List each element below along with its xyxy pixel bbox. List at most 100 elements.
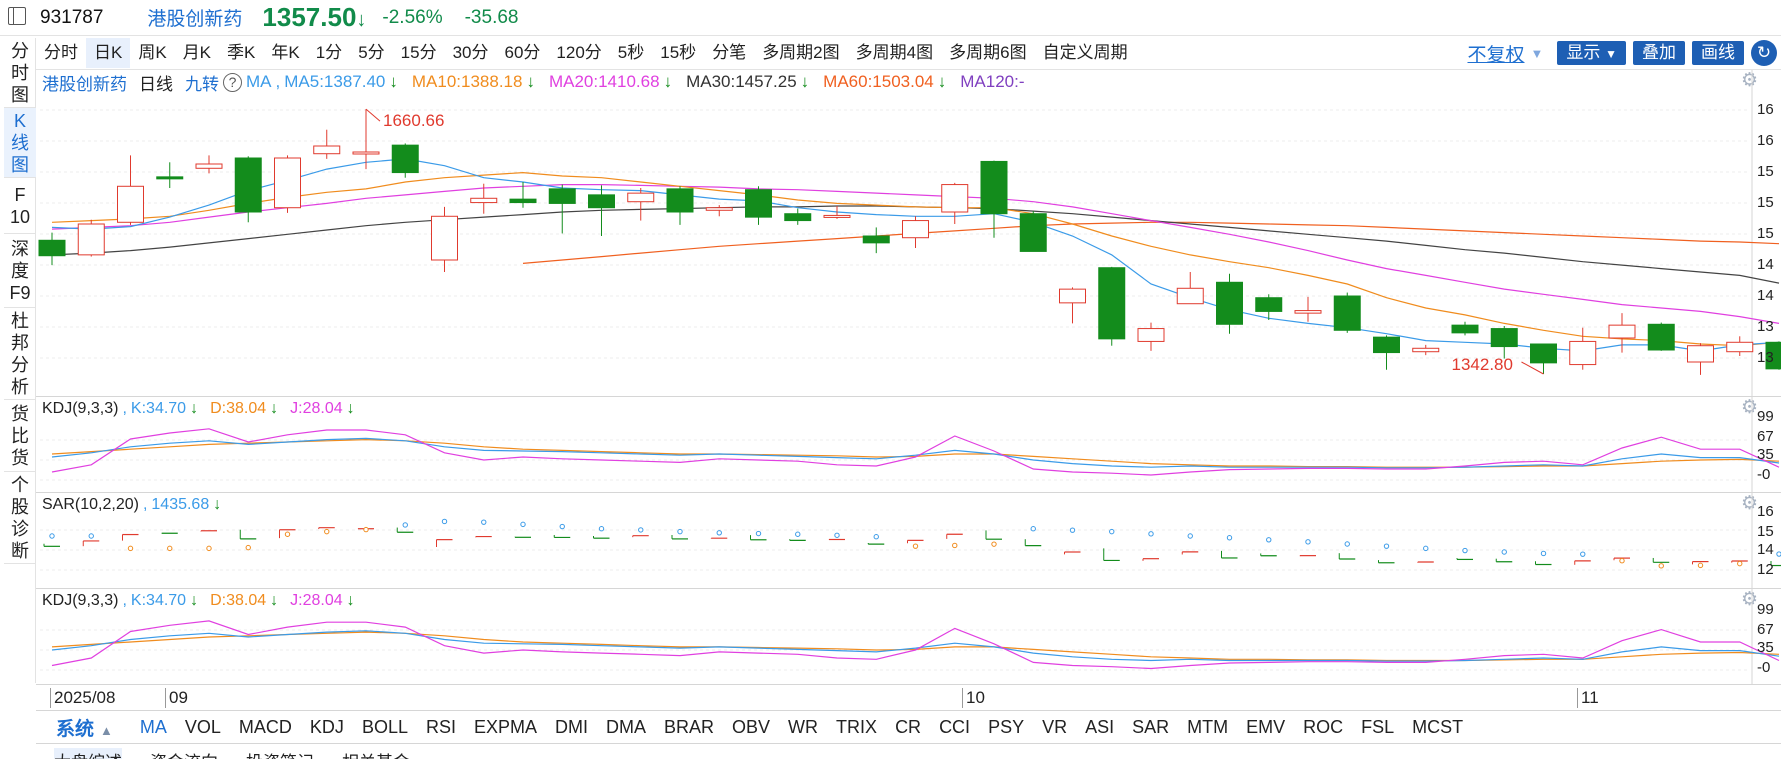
sar-dot [677, 528, 683, 535]
candle-body [1333, 295, 1361, 331]
indicator-tab[interactable]: MCST [1412, 717, 1463, 738]
sar-dot [88, 533, 94, 539]
candle-body [1647, 323, 1675, 351]
candle-body [1098, 267, 1126, 340]
indicator-tab[interactable]: ASI [1085, 717, 1114, 738]
kline-chart-svg[interactable]: 1660.66 1342.80 [0, 0, 1781, 759]
candle-body [1216, 281, 1243, 325]
indicator-tab[interactable]: CR [895, 717, 921, 738]
indicator-tab[interactable]: OBV [732, 717, 770, 738]
bottom-tab[interactable]: 相关基金 [342, 748, 410, 759]
indicator-tab[interactable]: VOL [185, 717, 221, 738]
candle-body [1608, 324, 1636, 339]
candle-body [745, 189, 772, 218]
candle-body [431, 215, 458, 261]
sar-dot [991, 541, 997, 547]
candle-body [1569, 340, 1597, 366]
sar-dot [1737, 560, 1743, 567]
candle-body [1765, 341, 1781, 370]
sar-dot [441, 518, 448, 525]
indicator-tab[interactable]: MTM [1187, 717, 1228, 738]
sar-dot [1109, 528, 1115, 535]
candle-body [509, 198, 537, 204]
candle-body [313, 145, 341, 155]
kdj-d-line [51, 438, 1780, 468]
sar-dot [1305, 539, 1311, 545]
sar-dot [206, 545, 212, 552]
sar-dot [1462, 547, 1468, 554]
indicator-tab[interactable]: KDJ [310, 717, 344, 738]
indicator-tab[interactable]: SAR [1132, 717, 1169, 738]
indicator-tab[interactable]: CCI [939, 717, 970, 738]
kdj2-k-line [51, 630, 1780, 662]
bottom-tab[interactable]: 大盘综述 [54, 748, 122, 759]
candle-body [1294, 310, 1322, 314]
sar-dot [402, 522, 408, 528]
sar-dot [1619, 558, 1625, 564]
candle-body [77, 223, 105, 256]
indicator-tab[interactable]: BOLL [362, 717, 408, 738]
candle-body [274, 157, 301, 209]
ma20-line [51, 184, 1780, 324]
ma60-line [522, 221, 1780, 264]
indicator-tab[interactable]: MA [140, 717, 167, 738]
candle-body [1530, 343, 1557, 364]
sar-dot [1423, 545, 1429, 552]
system-menu[interactable]: 系统 ▲ [56, 714, 113, 741]
indicator-tab[interactable]: FSL [1361, 717, 1394, 738]
sar-dot [1383, 543, 1390, 549]
sar-dot [284, 531, 291, 537]
sar-dot [324, 528, 330, 535]
high-annotation-line [365, 108, 381, 122]
kdj-j-line [51, 428, 1780, 476]
sar-dot [638, 527, 644, 533]
candle-body [156, 176, 184, 180]
indicator-tab[interactable]: EXPMA [474, 717, 537, 738]
sar-dot [1226, 535, 1233, 541]
indicator-tab[interactable]: DMI [555, 717, 588, 738]
indicator-tab[interactable]: WR [788, 717, 818, 738]
candle-body [1255, 297, 1283, 312]
ma10-line [51, 171, 1780, 347]
candle-body [1176, 287, 1204, 305]
candle-body [1059, 288, 1086, 304]
sar-dot [245, 544, 251, 551]
indicator-tab[interactable]: EMV [1246, 717, 1285, 738]
candle-body [548, 188, 576, 204]
sar-dot [716, 530, 722, 536]
sar-dot [1776, 551, 1781, 557]
indicator-tab[interactable]: ROC [1303, 717, 1343, 738]
low-price-label: 1342.80 [1452, 355, 1513, 374]
triangle-up-icon: ▲ [100, 722, 113, 738]
candle-body [1490, 328, 1518, 348]
candle-body [1019, 213, 1047, 252]
candle-body [705, 207, 733, 211]
sar-dot [755, 530, 762, 537]
kdj2-d-line [51, 631, 1780, 662]
indicator-tab[interactable]: TRIX [836, 717, 877, 738]
bottom-tab[interactable]: 资金流向 [150, 748, 218, 759]
candle-body [1412, 347, 1440, 353]
indicator-tab[interactable]: BRAR [664, 717, 714, 738]
bottom-tab[interactable]: 投资笔记 [246, 748, 314, 759]
candle-body [588, 194, 615, 209]
sar-dot [952, 542, 958, 549]
indicator-tab[interactable]: PSY [988, 717, 1024, 738]
indicator-tab[interactable]: RSI [426, 717, 456, 738]
candle-body [1373, 336, 1400, 354]
candle-body [1726, 341, 1754, 353]
sar-dot [1187, 533, 1193, 539]
bottom-tabs: 大盘综述 资金流向 投资笔记 相关基金 [40, 748, 424, 759]
candle-body [666, 188, 694, 213]
sar-dot [834, 532, 840, 538]
indicator-tab[interactable]: MACD [239, 717, 292, 738]
sar-dot [1540, 550, 1547, 557]
candle-body [823, 214, 851, 218]
sar-dot [873, 534, 879, 540]
indicator-tab[interactable]: VR [1042, 717, 1067, 738]
sar-dot [1658, 563, 1664, 569]
indicator-tab[interactable]: DMA [606, 717, 646, 738]
kdj-k-line [51, 437, 1780, 469]
sar-dot [363, 526, 369, 533]
sar-dot [481, 519, 487, 525]
